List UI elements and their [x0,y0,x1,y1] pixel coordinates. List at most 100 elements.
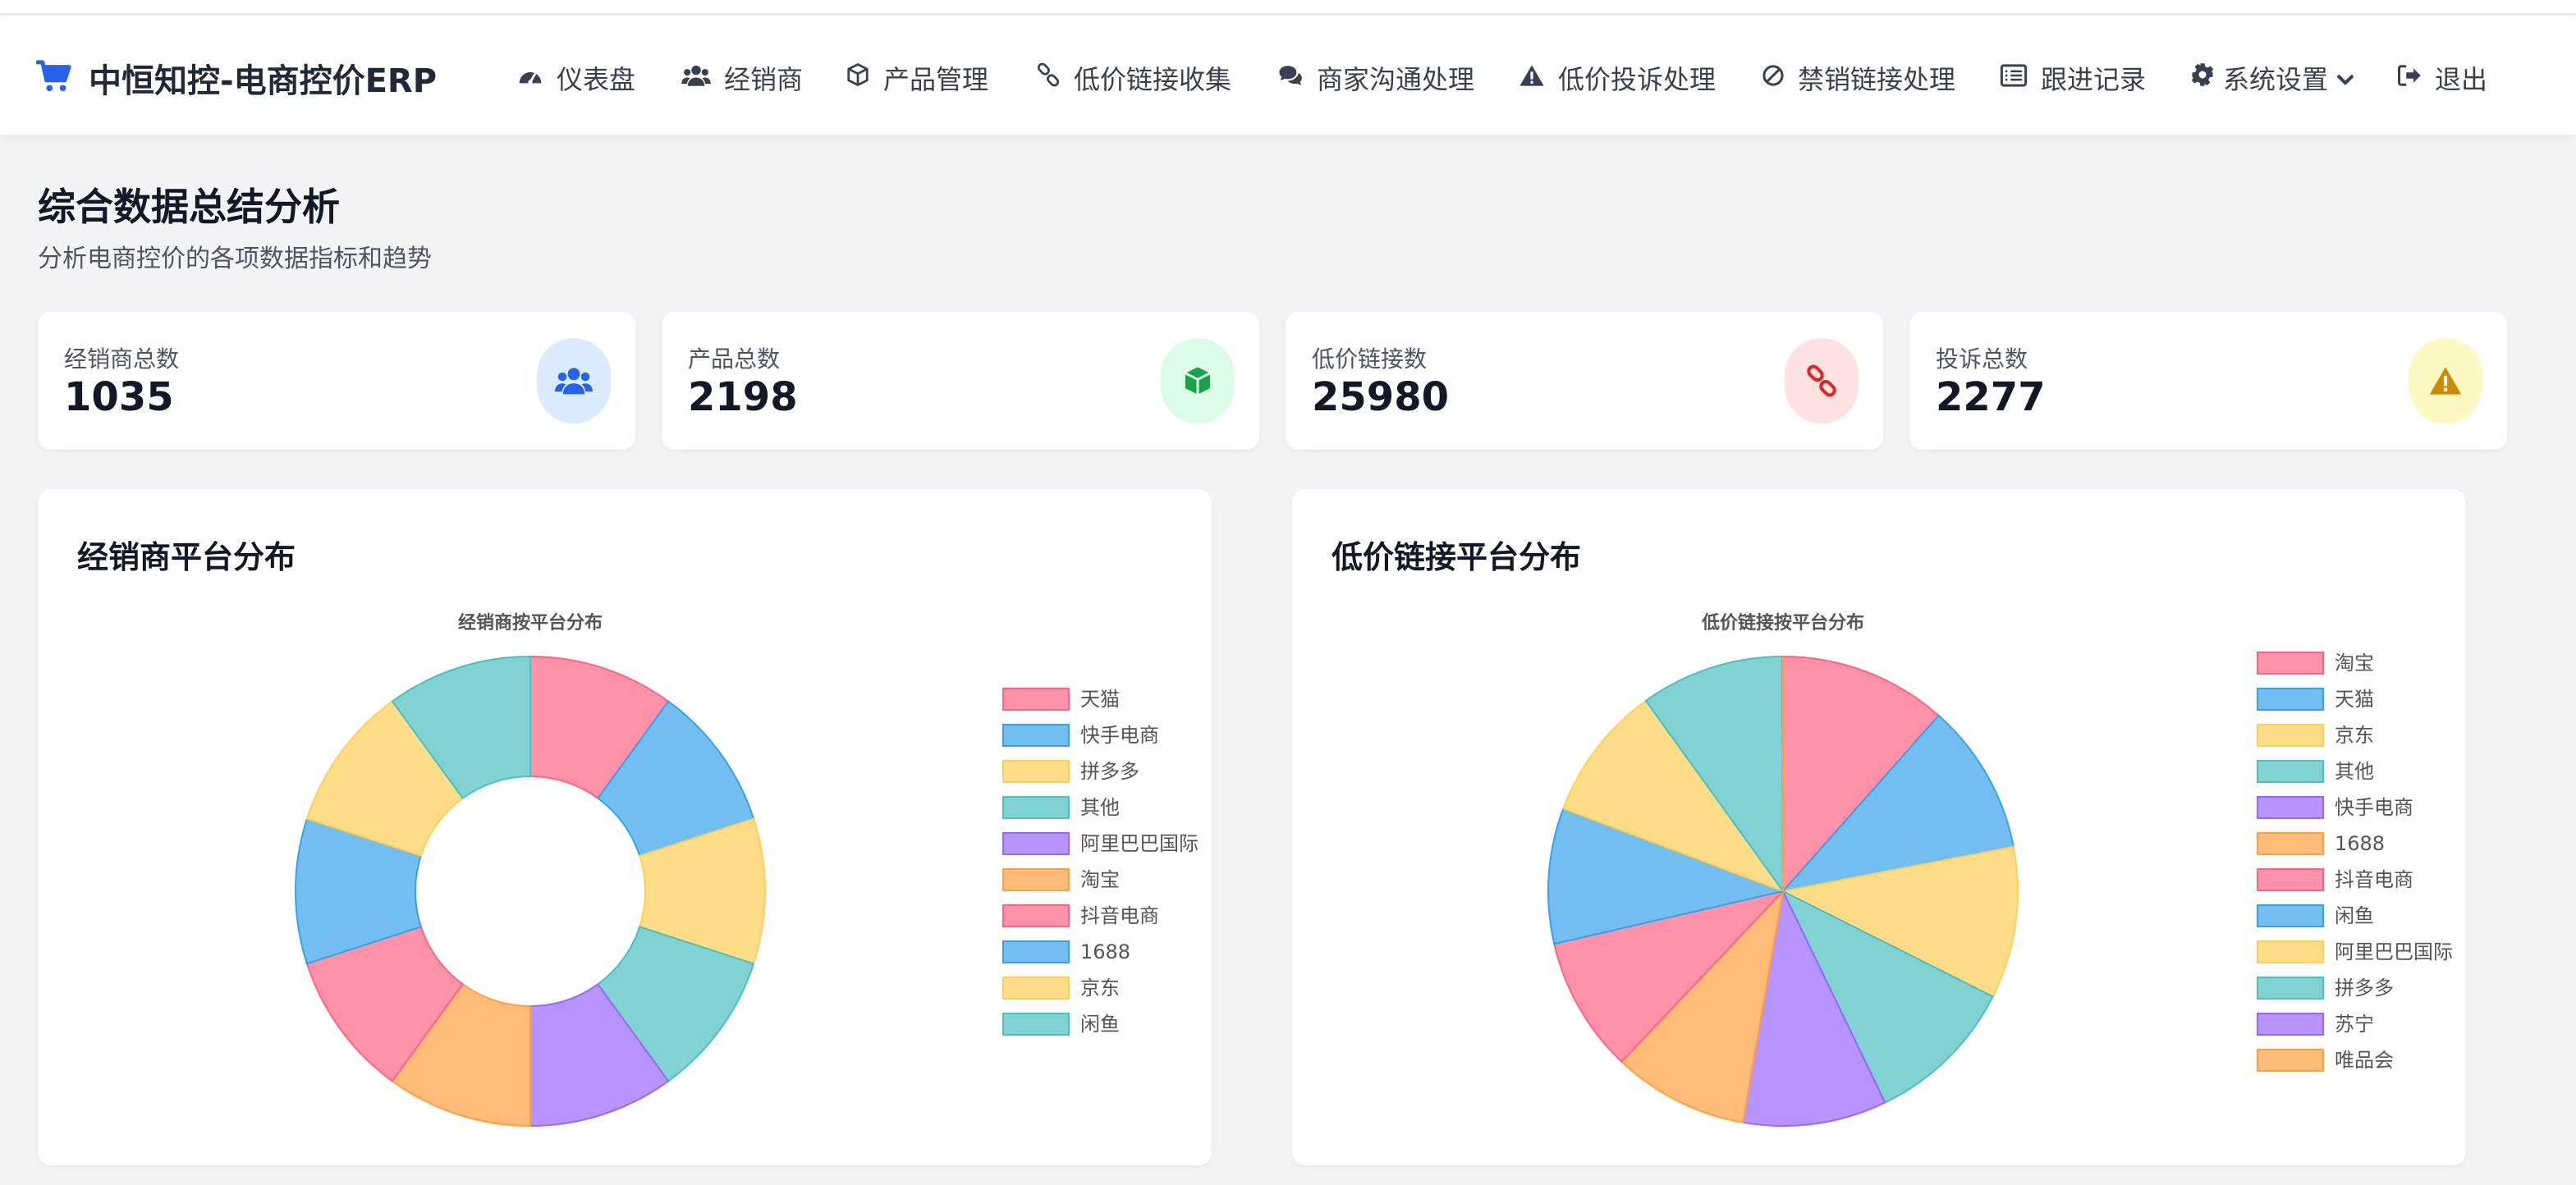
brand-title: 中恒知控-电商控价ERP [89,62,438,100]
legend-label: 京东 [2335,724,2374,747]
legend-label: 天猫 [1080,688,1120,711]
ban-icon [1762,62,1785,94]
nav-label: 产品管理 [883,64,989,95]
legend-swatch [2257,1013,2324,1036]
legend-label: 淘宝 [1080,868,1120,891]
stat-card-low-price-links: 低价链接数 25980 [1286,312,1883,450]
nav-merchant-communication[interactable]: 商家沟通处理 [1277,59,1474,97]
dealer-platform-panel: 经销商平台分布 经销商按平台分布 天猫 快手电商 拼多多 其他 阿里巴巴国际 淘宝 抖音电商 1… [38,489,1212,1165]
legend-swatch [2257,868,2324,891]
stat-card-dealers: 经销商总数 1035 [38,312,635,450]
nav-label: 低价链接收集 [1074,64,1232,95]
legend-label: 抖音电商 [1080,904,1159,927]
nav-dashboard[interactable]: 仪表盘 [517,59,635,97]
link-icon [1785,338,1859,423]
legend-label: 拼多多 [2335,977,2394,1000]
legend-swatch [1002,940,1070,963]
comments-icon [1277,62,1304,94]
low-price-link-platform-pie-chart: 低价链接按平台分布淘宝天猫京东其他快手电商 1688 抖音电商闲鱼阿里巴巴国际拼多多… [1547,612,2453,1127]
legend-swatch [2257,796,2324,819]
legend-swatch [1002,760,1070,783]
nav-dealers[interactable]: 经销商 [681,59,803,97]
stat-card-complaints: 投诉总数 2277 [1909,312,2507,450]
dealer-platform-doughnut-chart: 经销商按平台分布天猫快手电商拼多多其他阿里巴巴国际淘宝抖音电商 1688 京东闲鱼 [295,612,1199,1128]
legend-swatch [2257,760,2324,783]
legend-label: 闲鱼 [2335,904,2374,927]
link-icon [1036,62,1061,94]
legend-swatch [2257,904,2324,927]
legend-label: 唯品会 [2335,1049,2394,1072]
users-icon [537,338,611,423]
page-subtitle: 分析电商控价的各项数据指标和趋势 [38,245,432,273]
gear-icon [2190,62,2215,94]
nav-follow-up-records[interactable]: 跟进记录 [2000,59,2146,97]
legend-swatch [1002,904,1070,927]
legend-label: 快手电商 [2335,796,2413,819]
brand[interactable]: 中恒知控-电商控价ERP [35,54,438,102]
nav-system-settings[interactable]: 系统设置 [2190,59,2354,97]
legend-label: 淘宝 [2335,652,2374,675]
legend-label: 天猫 [2335,688,2374,711]
nav-label: 禁销链接处理 [1798,64,1956,95]
legend-label: 其他 [2335,760,2374,783]
stat-value: 25980 [1312,374,1449,420]
legend-label: 1688 [2335,832,2385,855]
legend-label: 拼多多 [1080,760,1139,783]
nav-label: 低价投诉处理 [1558,64,1717,95]
nav-banned-links[interactable]: 禁销链接处理 [1762,59,1955,97]
users-icon [681,62,711,94]
nav-label: 跟进记录 [2041,64,2147,95]
top-navbar: 中恒知控-电商控价ERP 仪表盘 经销商 产品管理 低价链接收集 商家沟通处理 … [0,16,2576,135]
nav-label: 商家沟通处理 [1317,64,1475,95]
nav-products[interactable]: 产品管理 [846,59,988,97]
legend-label: 阿里巴巴国际 [1080,832,1199,855]
stat-value: 2277 [1936,374,2046,420]
stat-label: 产品总数 [688,345,781,373]
legend-label: 1688 [1080,940,1130,963]
nav-label: 系统设置 [2223,64,2329,95]
legend-swatch [2257,977,2324,1000]
legend-label: 其他 [1080,796,1120,819]
nav-label: 经销商 [724,64,804,95]
legend-swatch [1002,796,1070,819]
stat-value: 2198 [688,374,798,420]
sign-out-icon [2397,62,2422,94]
legend-swatch [2257,724,2324,747]
stat-label: 低价链接数 [1312,345,1428,373]
nav-logout[interactable]: 退出 [2397,59,2487,97]
legend-label: 抖音电商 [2335,868,2413,891]
nav-low-price-complaints[interactable]: 低价投诉处理 [1519,59,1716,97]
legend-label: 阿里巴巴国际 [2335,940,2453,963]
nav-label: 退出 [2435,64,2488,95]
nav-label: 仪表盘 [557,64,636,95]
legend-swatch [1002,688,1070,711]
stat-label: 投诉总数 [1936,345,2028,373]
legend-swatch [2257,652,2324,675]
legend-swatch [1002,1013,1070,1036]
warning-icon [1519,62,1545,94]
list-icon [2000,62,2028,94]
legend-swatch [2257,1049,2324,1072]
chart-title: 低价链接按平台分布 [1701,612,1864,634]
legend-swatch [1002,977,1070,1000]
chevron-down-icon [2336,62,2354,94]
dashboard-gauge-icon [517,62,543,94]
legend-label: 苏宁 [2335,1013,2374,1036]
box-icon [1161,338,1235,423]
legend-swatch [2257,940,2324,963]
legend-swatch [1002,724,1070,747]
low-price-link-platform-panel: 低价链接平台分布 低价链接按平台分布 淘宝 天猫 京东 其他 快手电商 1688 抖音电商 闲鱼… [1292,489,2466,1165]
legend-swatch [2257,688,2324,711]
legend-swatch [1002,832,1070,855]
warning-icon [2409,338,2482,423]
chart-title: 经销商按平台分布 [458,612,603,634]
legend-label: 快手电商 [1080,724,1159,747]
page-title: 综合数据总结分析 [38,185,340,229]
stat-label: 经销商总数 [64,345,180,373]
nav-low-price-links[interactable]: 低价链接收集 [1036,59,1231,97]
stat-card-products: 产品总数 2198 [662,312,1259,450]
legend-swatch [2257,832,2324,855]
legend-label: 闲鱼 [1080,1013,1120,1036]
legend-label: 京东 [1080,977,1120,1000]
box-icon [846,62,870,94]
